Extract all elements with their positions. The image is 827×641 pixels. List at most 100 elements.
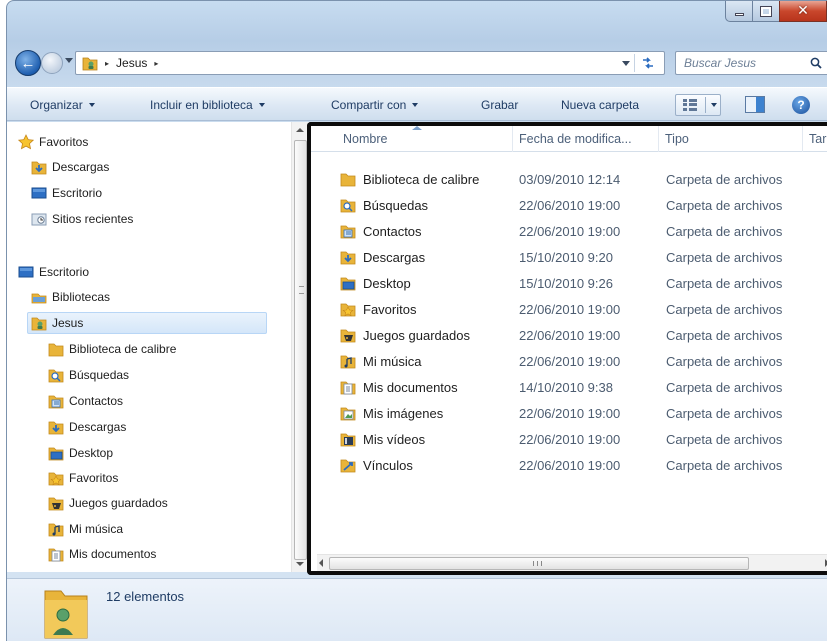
nav-item-label: Biblioteca de calibre <box>69 342 177 356</box>
address-bar[interactable]: ▸ Jesus ▸ <box>75 51 665 75</box>
file-row[interactable]: Mis imágenes 22/06/2010 19:00 Carpeta de a… <box>311 400 827 426</box>
file-type: Carpeta de archivos <box>666 249 783 265</box>
horizontal-scrollbar[interactable] <box>317 554 827 571</box>
nav-item-label: Escritorio <box>52 186 103 200</box>
file-modified-date: 22/06/2010 19:00 <box>519 197 621 213</box>
nav-item-contactos[interactable]: Contactos <box>48 390 123 412</box>
desktop-folder-icon <box>48 445 64 461</box>
column-header-name[interactable]: Nombre <box>337 126 513 152</box>
scroll-up-arrow-icon[interactable] <box>296 128 304 132</box>
contacts-folder-icon <box>48 393 64 409</box>
file-name: Mis vídeos <box>363 431 426 447</box>
breadcrumb-separator[interactable]: ▸ <box>105 59 109 68</box>
organize-button[interactable]: Organizar <box>30 98 95 112</box>
nav-item-label: Sitios recientes <box>52 212 134 226</box>
file-row[interactable]: Biblioteca de calibre 03/09/2010 12:14 Car… <box>311 166 827 192</box>
address-dropdown-button[interactable] <box>622 61 630 66</box>
scroll-left-arrow-icon[interactable] <box>319 559 323 567</box>
back-button[interactable]: ← <box>15 50 41 76</box>
folder-icon <box>340 171 356 190</box>
nav-item-label: Juegos guardados <box>69 496 168 510</box>
favorites-folder-icon <box>340 301 356 320</box>
scroll-down-arrow-icon[interactable] <box>296 562 304 566</box>
close-button[interactable]: ✕ <box>779 1 827 22</box>
command-bar: Organizar Incluir en biblioteca Comparti… <box>7 87 827 121</box>
column-header-size[interactable]: Tar <box>803 126 827 152</box>
file-row[interactable]: Mis vídeos 22/06/2010 19:00 Carpeta de arc… <box>311 426 827 452</box>
file-type: Carpeta de archivos <box>666 223 783 239</box>
nav-item-escritorio[interactable]: Escritorio <box>18 261 89 283</box>
column-header-type[interactable]: Tipo <box>659 126 803 152</box>
recent-places-icon <box>31 211 47 227</box>
file-row[interactable]: Mis documentos 14/10/2010 9:38 Carpeta de … <box>311 374 827 400</box>
change-view-button[interactable] <box>675 94 721 116</box>
nav-item-jesus[interactable]: Jesus <box>27 312 267 334</box>
nav-item-mis-documentos[interactable]: Mis documentos <box>48 543 156 565</box>
nav-item-descargas[interactable]: Descargas <box>31 156 109 178</box>
nav-item-favoritos[interactable]: Favoritos <box>18 131 88 153</box>
breadcrumb-separator[interactable]: ▸ <box>154 59 158 68</box>
file-type: Carpeta de archivos <box>666 379 783 395</box>
recent-pages-dropdown[interactable] <box>65 58 73 63</box>
file-modified-date: 15/10/2010 9:26 <box>519 275 613 291</box>
column-header-date[interactable]: Fecha de modifica... <box>513 126 659 152</box>
downloads-folder-icon <box>48 419 64 435</box>
refresh-button[interactable] <box>634 54 660 72</box>
navigation-bar: ← ▸ Jesus ▸ <box>7 47 827 79</box>
help-button[interactable]: ? <box>792 96 810 114</box>
search-input[interactable] <box>684 56 802 70</box>
chevron-down-icon <box>412 103 419 107</box>
nav-item-descargas[interactable]: Descargas <box>48 416 126 438</box>
search-icon[interactable] <box>810 57 822 69</box>
new-folder-button[interactable]: Nueva carpeta <box>561 98 639 112</box>
file-row[interactable]: Favoritos 22/06/2010 19:00 Carpeta de arch… <box>311 296 827 322</box>
maximize-button[interactable] <box>752 1 779 22</box>
file-modified-date: 15/10/2010 9:20 <box>519 249 613 265</box>
file-row[interactable]: Mi música 22/06/2010 19:00 Carpeta de arch… <box>311 348 827 374</box>
file-modified-date: 22/06/2010 19:00 <box>519 301 621 317</box>
contacts-folder-icon <box>340 223 356 242</box>
include-in-library-button[interactable]: Incluir en biblioteca <box>150 98 265 112</box>
nav-item-sitios-recientes[interactable]: Sitios recientes <box>31 208 133 230</box>
nav-item-favoritos[interactable]: Favoritos <box>48 467 118 489</box>
scrollbar-thumb[interactable] <box>329 557 749 570</box>
nav-item-búsquedas[interactable]: Búsquedas <box>48 364 129 386</box>
file-row[interactable]: Desktop 15/10/2010 9:26 Carpeta de archivo… <box>311 270 827 296</box>
scrollbar-thumb[interactable] <box>294 140 307 560</box>
include-library-label: Incluir en biblioteca <box>150 98 253 112</box>
nav-item-juegos-guardados[interactable]: Juegos guardados <box>48 492 168 514</box>
nav-item-label: Descargas <box>52 160 110 174</box>
file-modified-date: 14/10/2010 9:38 <box>519 379 613 395</box>
file-row[interactable]: Juegos guardados 22/06/2010 19:00 Carpeta … <box>311 322 827 348</box>
chevron-down-icon[interactable] <box>711 103 717 107</box>
nav-pane-scrollbar[interactable] <box>291 122 308 572</box>
burn-button[interactable]: Grabar <box>481 98 518 112</box>
maximize-icon <box>760 5 772 17</box>
nav-item-label: Escritorio <box>39 265 90 279</box>
nav-item-biblioteca-de-calibre[interactable]: Biblioteca de calibre <box>48 338 176 360</box>
preview-pane-button[interactable] <box>745 96 765 113</box>
nav-item-bibliotecas[interactable]: Bibliotecas <box>31 286 110 308</box>
breadcrumb-item-jesus[interactable]: Jesus <box>116 56 147 70</box>
search-field[interactable] <box>675 51 827 75</box>
file-modified-date: 22/06/2010 19:00 <box>519 431 621 447</box>
forward-button[interactable] <box>41 52 63 74</box>
file-row[interactable]: Vínculos 22/06/2010 19:00 Carpeta de archi… <box>311 452 827 478</box>
grip-icon <box>299 286 304 294</box>
share-with-button[interactable]: Compartir con <box>331 98 419 112</box>
user-folder-icon <box>44 590 88 639</box>
file-row[interactable]: Contactos 22/06/2010 19:00 Carpeta de arch… <box>311 218 827 244</box>
file-row[interactable]: Descargas 15/10/2010 9:20 Carpeta de archi… <box>311 244 827 270</box>
file-name: Mis imágenes <box>363 405 444 421</box>
help-icon: ? <box>797 98 805 112</box>
nav-item-desktop[interactable]: Desktop <box>48 442 113 464</box>
file-type: Carpeta de archivos <box>666 197 783 213</box>
minimize-button[interactable] <box>725 1 752 22</box>
file-row[interactable]: Búsquedas 22/06/2010 19:00 Carpeta de arch… <box>311 192 827 218</box>
nav-item-mi-música[interactable]: Mi música <box>48 518 123 540</box>
navigation-pane: Favoritos Descargas Escritorio Sitios recie… <box>7 122 310 572</box>
nav-item-escritorio[interactable]: Escritorio <box>31 182 102 204</box>
grip-icon <box>533 561 542 566</box>
caption-buttons: ✕ <box>725 1 827 23</box>
title-bar[interactable]: ✕ <box>7 1 827 41</box>
